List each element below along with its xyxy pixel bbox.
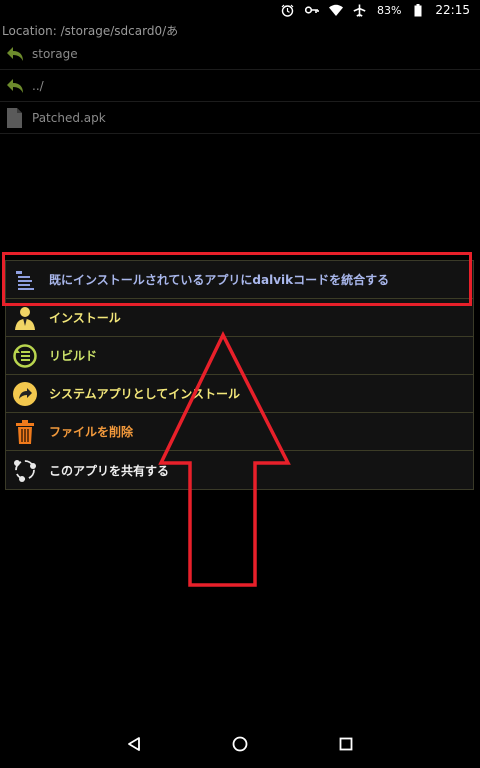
menu-item-merge-dalvik[interactable]: 既にインストールされているアプリにdalvikコードを統合する	[6, 261, 473, 299]
file-icon	[4, 107, 26, 129]
menu-item-label: インストール	[49, 311, 121, 325]
key-icon	[304, 3, 319, 17]
home-circle-icon[interactable]	[228, 732, 252, 756]
file-name: storage	[32, 46, 78, 61]
menu-item-rebuild[interactable]: リビルド	[6, 337, 473, 375]
rebuild-list-icon	[11, 342, 39, 370]
recents-square-icon[interactable]	[334, 732, 358, 756]
status-bar: 83% 22:15	[0, 0, 480, 20]
trash-icon	[11, 418, 39, 446]
menu-item-label: 既にインストールされているアプリにdalvikコードを統合する	[49, 273, 390, 287]
curved-arrow-icon	[11, 380, 39, 408]
menu-item-share-app[interactable]: このアプリを共有する	[6, 451, 473, 489]
battery-icon	[411, 3, 425, 17]
menu-item-label: リビルド	[49, 349, 98, 363]
navigation-bar	[0, 720, 480, 768]
clock-time: 22:15	[435, 3, 470, 17]
menu-item-label: このアプリを共有する	[49, 463, 170, 478]
file-item-storage[interactable]: storage	[0, 38, 480, 70]
context-menu: 既にインストールされているアプリにdalvikコードを統合する インストール リ…	[5, 260, 474, 490]
alarm-icon	[281, 3, 295, 17]
file-item-patched-apk[interactable]: Patched.apk	[0, 102, 480, 134]
menu-item-install-system[interactable]: システムアプリとしてインストール	[6, 375, 473, 413]
back-arrow-icon	[4, 43, 26, 65]
menu-item-label: システムアプリとしてインストール	[49, 387, 241, 401]
back-arrow-icon	[4, 75, 26, 97]
install-person-icon	[11, 304, 39, 332]
menu-item-install[interactable]: インストール	[6, 299, 473, 337]
merge-list-icon	[11, 266, 39, 294]
location-path: Location: /storage/sdcard0/あ	[2, 24, 179, 38]
wifi-icon	[328, 3, 343, 17]
file-name: Patched.apk	[32, 110, 106, 125]
share-circle-icon	[11, 456, 39, 484]
file-list: storage ../ Patched.apk	[0, 38, 480, 134]
menu-item-delete-file[interactable]: ファイルを削除	[6, 413, 473, 451]
airplane-icon	[353, 3, 367, 17]
file-item-parent[interactable]: ../	[0, 70, 480, 102]
menu-item-label: ファイルを削除	[49, 425, 134, 439]
back-triangle-icon[interactable]	[122, 732, 146, 756]
battery-percent: 83%	[376, 3, 402, 17]
file-name: ../	[32, 78, 44, 93]
